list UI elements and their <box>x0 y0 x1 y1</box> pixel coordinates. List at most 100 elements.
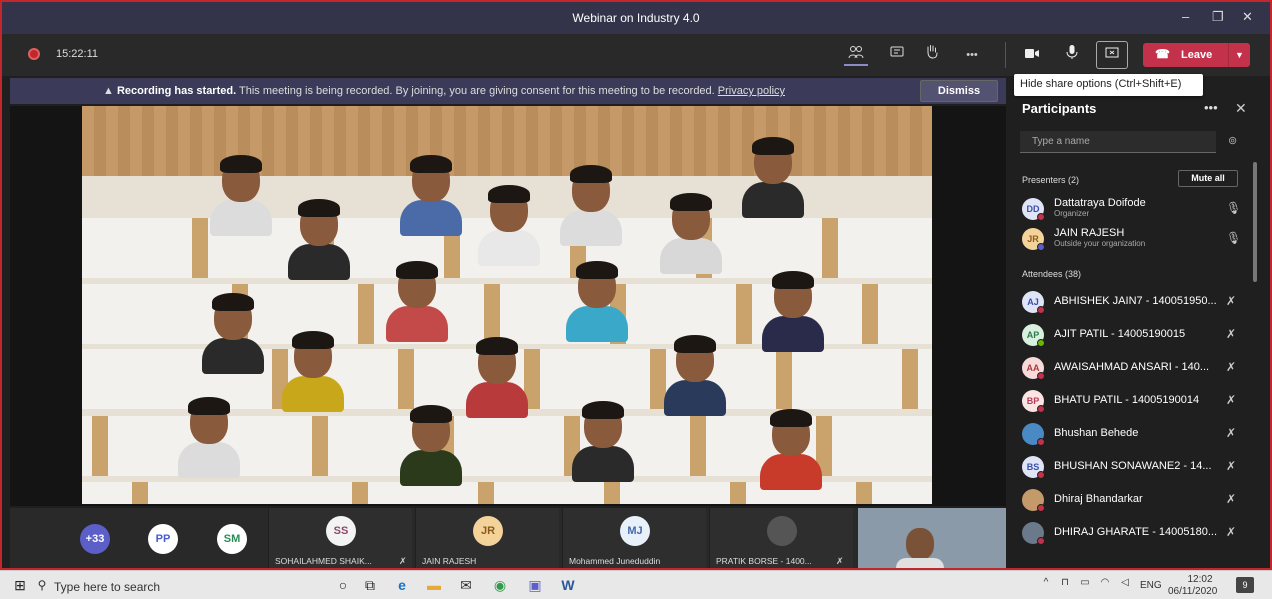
mic-icon[interactable] <box>1060 44 1084 66</box>
chrome-icon[interactable]: ◉ <box>490 577 510 594</box>
battery-icon[interactable]: ▭ <box>1075 577 1095 588</box>
mic-icon[interactable]: 🎙 <box>1226 201 1241 215</box>
participant-role: Organizer <box>1054 209 1090 218</box>
attendee-in-video <box>478 185 540 266</box>
leave-button[interactable]: ☎ Leave ▼ <box>1143 43 1250 67</box>
title-bar: Webinar on Industry 4.0 – ❐ ✕ <box>2 2 1270 34</box>
mic-muted-icon[interactable]: ✗ <box>1226 459 1236 473</box>
word-icon[interactable]: W <box>558 577 578 593</box>
avatar: BP <box>1022 390 1045 413</box>
participant-strip: +33 PP SM SS SOHAILAHMED SHAIK... ✗ JR JAIN … <box>10 508 1006 568</box>
self-shirt <box>896 558 944 568</box>
presence-status-icon <box>1037 213 1045 221</box>
attendee-in-video <box>660 193 722 274</box>
presence-status-icon <box>1037 306 1045 314</box>
notification-icon[interactable]: 9 <box>1236 577 1254 593</box>
maximize-button[interactable]: ❐ <box>1212 9 1224 25</box>
shared-video-feed <box>82 106 932 504</box>
presenter-row[interactable]: DD Dattatraya Doifode Organizer 🎙 <box>1008 196 1258 226</box>
attendee-in-video <box>210 155 272 236</box>
mic-muted-icon[interactable]: ✗ <box>1226 360 1236 374</box>
mic-muted-icon[interactable]: ✗ <box>1226 327 1236 341</box>
avatar-initials: BP <box>1026 396 1040 406</box>
windows-taskbar: ⊞ ⚲ Type here to search ○ ⧉ e ▬ ✉ ◉ ▣ W … <box>0 570 1272 599</box>
mic-muted-icon[interactable]: ✗ <box>1226 426 1236 440</box>
edge-icon[interactable]: e <box>392 577 412 593</box>
clock-time[interactable]: 12:02 <box>1178 574 1222 585</box>
mic-muted-icon[interactable]: ✗ <box>1226 393 1236 407</box>
attendee-row[interactable]: DHIRAJ GHARATE - 14005180... ✗ <box>1008 520 1258 550</box>
cortana-icon[interactable]: ○ <box>333 577 353 593</box>
mail-icon[interactable]: ✉ <box>456 577 476 594</box>
participant-tile[interactable]: PRATIK BORSE - 1400... ✗ <box>709 508 853 568</box>
chevron-down-icon[interactable]: ▼ <box>1228 43 1250 67</box>
attendee-in-video <box>282 331 344 412</box>
mic-muted-icon[interactable]: ✗ <box>1226 294 1236 308</box>
taskbar-search-input[interactable]: Type here to search <box>54 580 160 594</box>
presenter-row[interactable]: JR JAIN RAJESH Outside your organization 🎙 <box>1008 226 1258 256</box>
mic-muted-icon: ✗ <box>399 556 407 566</box>
file-explorer-icon[interactable]: ▬ <box>424 577 444 593</box>
close-button[interactable]: ✕ <box>1242 9 1253 25</box>
share-tray-icon[interactable] <box>1096 41 1128 69</box>
attendee-in-video <box>560 165 622 246</box>
attendee-in-video <box>572 401 634 482</box>
attendee-in-video <box>386 261 448 342</box>
participant-name: JAIN RAJESH <box>422 556 477 566</box>
avatar[interactable]: PP <box>148 524 178 554</box>
language-indicator[interactable]: ENG <box>1140 580 1162 591</box>
participant-tile[interactable]: SS SOHAILAHMED SHAIK... ✗ <box>268 508 412 568</box>
people-icon[interactable] <box>844 44 868 66</box>
participant-search-input[interactable]: Type a name <box>1020 131 1216 153</box>
mic-muted-icon[interactable]: ✗ <box>1226 492 1236 506</box>
dismiss-button[interactable]: Dismiss <box>920 80 998 102</box>
mic-muted-icon[interactable]: ✗ <box>1226 525 1236 539</box>
participant-name: PRATIK BORSE - 1400... <box>716 556 812 566</box>
chevron-up-icon[interactable]: ^ <box>1036 577 1056 588</box>
windows-start-icon[interactable]: ⊞ <box>10 577 30 594</box>
attendee-row[interactable]: AP AJIT PATIL - 14005190015 ✗ <box>1008 322 1258 352</box>
privacy-policy-link[interactable]: Privacy policy <box>718 85 785 97</box>
share-link-icon[interactable]: ⊚ <box>1228 134 1237 147</box>
task-view-icon[interactable]: ⧉ <box>360 577 380 594</box>
minimize-button[interactable]: – <box>1182 9 1189 24</box>
overflow-avatar[interactable]: +33 <box>80 524 110 554</box>
camera-icon[interactable] <box>1020 44 1044 66</box>
attendee-row[interactable]: AA AWAISAHMAD ANSARI - 140... ✗ <box>1008 355 1258 385</box>
chat-icon[interactable] <box>885 44 909 66</box>
mute-all-button[interactable]: Mute all <box>1178 170 1238 187</box>
avatar-initials: JR <box>1027 234 1039 244</box>
attendee-in-video <box>566 261 628 342</box>
avatar: AA <box>1022 357 1045 380</box>
avatar: JR <box>473 516 503 546</box>
attendee-row[interactable]: AJ ABHISHEK JAIN7 - 140051950... ✗ <box>1008 289 1258 319</box>
avatar: SS <box>326 516 356 546</box>
search-icon[interactable]: ⚲ <box>32 578 52 592</box>
participant-tile[interactable]: MJ Mohammed Juneduddin <box>562 508 706 568</box>
teams-icon[interactable]: ▣ <box>525 577 545 594</box>
attendee-row[interactable]: BS BHUSHAN SONAWANE2 - 14... ✗ <box>1008 454 1258 484</box>
wifi-icon[interactable]: ◠ <box>1095 577 1115 588</box>
attendee-row[interactable]: Dhiraj Bhandarkar ✗ <box>1008 487 1258 517</box>
avatar[interactable]: SM <box>217 524 247 554</box>
mic-icon[interactable]: 🎙 <box>1226 231 1241 245</box>
participant-tile[interactable]: JR JAIN RAJESH <box>415 508 559 568</box>
clock-date[interactable]: 06/11/2020 <box>1168 586 1217 597</box>
volume-icon[interactable]: ◁ <box>1115 577 1135 588</box>
avatar <box>1022 423 1045 446</box>
close-icon[interactable]: ✕ <box>1235 100 1247 117</box>
panel-more-icon[interactable]: ••• <box>1204 100 1218 115</box>
attendee-row[interactable]: Bhushan Behede ✗ <box>1008 421 1258 451</box>
share-tooltip: Hide share options (Ctrl+Shift+E) <box>1014 74 1203 96</box>
attendee-row[interactable]: BP BHATU PATIL - 14005190014 ✗ <box>1008 388 1258 418</box>
avatar-initials: AA <box>1026 363 1040 373</box>
presence-status-icon <box>1037 372 1045 380</box>
more-options-icon[interactable]: ••• <box>960 44 984 66</box>
hand-icon[interactable] <box>919 44 943 66</box>
presence-status-icon <box>1037 405 1045 413</box>
self-face <box>906 528 934 560</box>
participant-name: JAIN RAJESH <box>1054 227 1125 239</box>
panel-scrollbar[interactable] <box>1253 162 1257 282</box>
recording-banner: ▲ Recording has started. This meeting is… <box>10 78 1006 104</box>
network-icon[interactable]: ⊓ <box>1055 577 1075 588</box>
